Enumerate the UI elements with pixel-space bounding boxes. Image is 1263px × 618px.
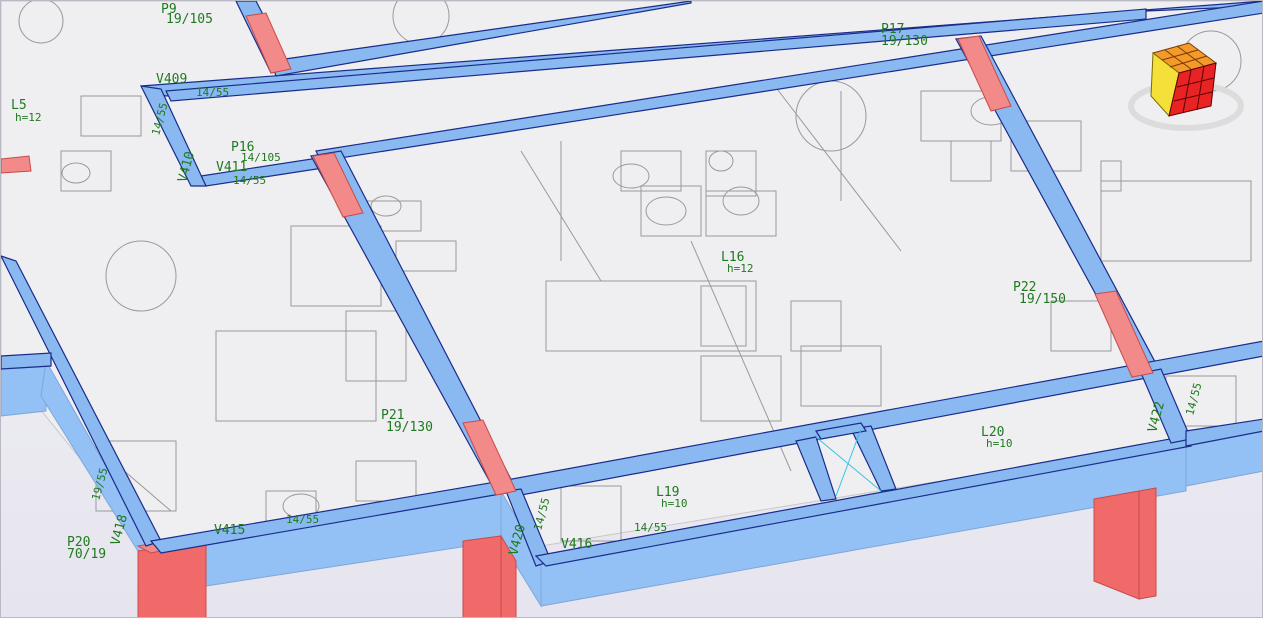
- label-l16-h: h=12: [727, 262, 754, 275]
- label-v416-size: 14/55: [634, 521, 667, 534]
- label-p21-size: 19/130: [386, 420, 433, 435]
- column-p22-lower-side: [1138, 487, 1157, 600]
- label-v415: V415: [214, 523, 245, 538]
- label-v409: V409: [156, 72, 187, 87]
- column-l5-edge: [1, 155, 32, 174]
- label-p9-size: 19/105: [166, 12, 213, 27]
- label-v409-size: 14/55: [196, 86, 229, 99]
- label-v415-size: 14/55: [286, 513, 319, 526]
- beam-top-left-front: [1, 352, 52, 370]
- label-l5-h: h=12: [15, 111, 42, 124]
- column-p22-lower: [1093, 490, 1140, 600]
- label-v416: V416: [561, 537, 592, 552]
- beam-side-front-left: [1, 360, 47, 417]
- label-p22-size: 19/150: [1019, 292, 1066, 307]
- label-p20-size: 70/19: [67, 547, 106, 562]
- column-p21-lower: [462, 535, 502, 617]
- label-v411-size: 14/55: [233, 174, 266, 187]
- structure-model[interactable]: P9 19/105 L5 h=12 V409 14/55 P16 14/105 …: [1, 1, 1263, 618]
- label-l20-h: h=10: [986, 437, 1013, 450]
- label-l19-h: h=10: [661, 497, 688, 510]
- label-v411: V411: [216, 160, 247, 175]
- 3d-viewport[interactable]: P9 19/105 L5 h=12 V409 14/55 P16 14/105 …: [0, 0, 1263, 618]
- label-p17-size: 19/130: [881, 34, 928, 49]
